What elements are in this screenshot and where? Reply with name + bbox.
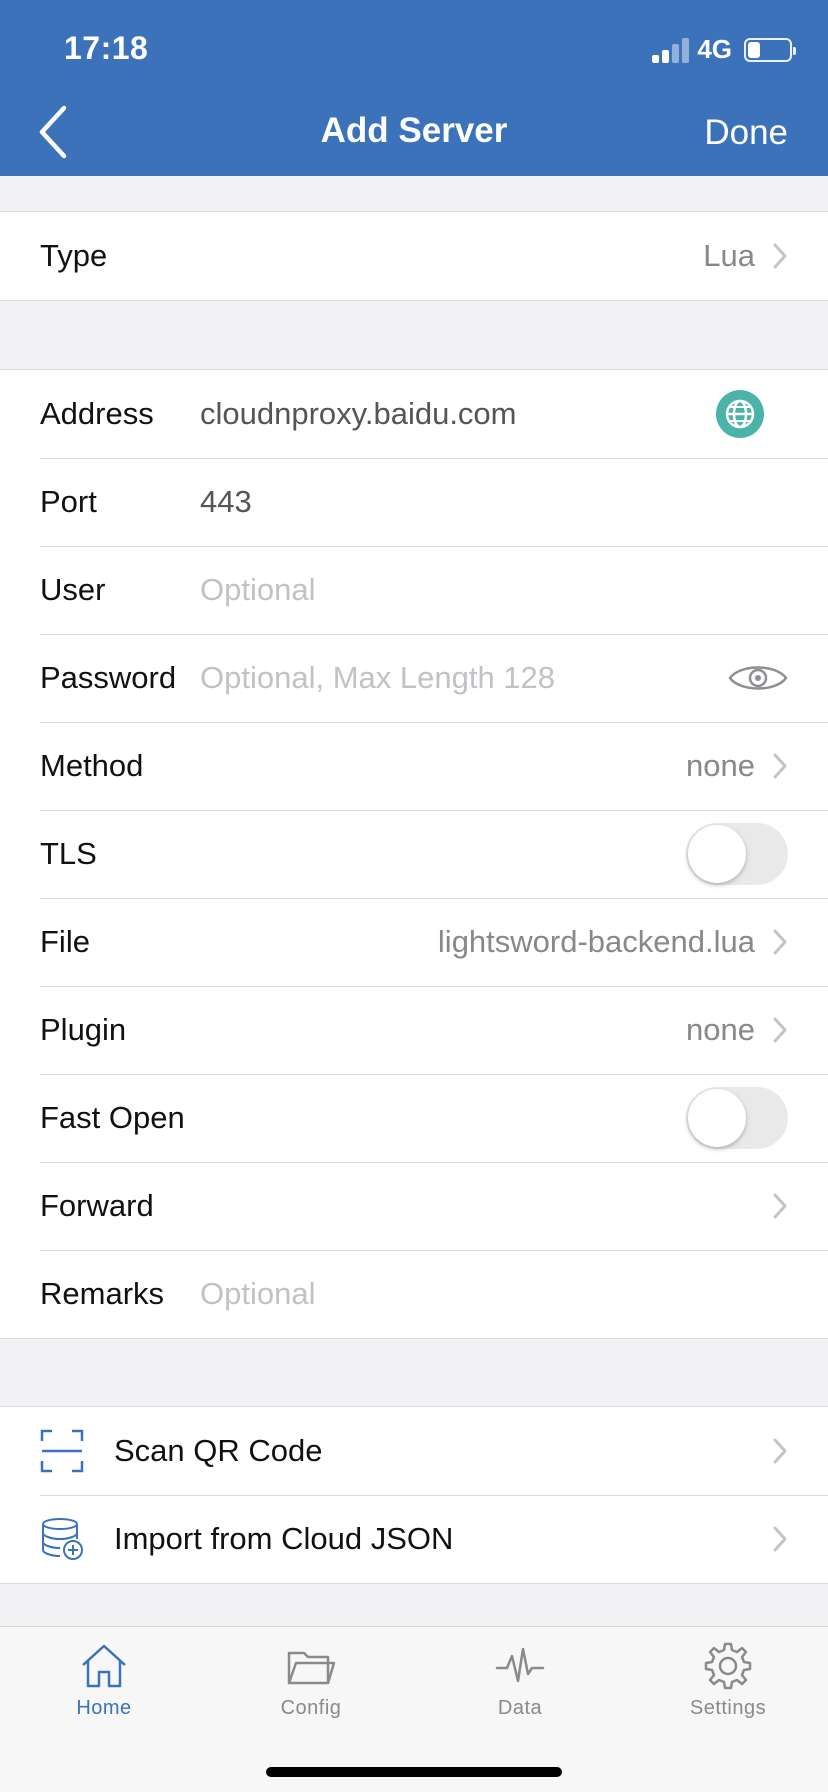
type-label: Type (40, 238, 108, 273)
chevron-right-icon (773, 753, 787, 779)
tab-settings-label: Settings (689, 1697, 767, 1719)
folder-icon (287, 1651, 336, 1685)
done-button[interactable]: Done (704, 113, 788, 153)
import-actions-section: Scan QR Code Import from Cloud JSON (0, 1406, 828, 1584)
forward-label: Forward (40, 1188, 154, 1223)
forward-row[interactable]: Forward (0, 1162, 828, 1250)
chevron-right-icon (773, 1438, 787, 1464)
method-label: Method (40, 748, 144, 783)
navigation-header: 17:18 4G Add Server Done (0, 0, 828, 176)
toggle-knob (688, 1089, 746, 1147)
remarks-input[interactable]: Optional (200, 1276, 315, 1312)
method-value: none (686, 748, 755, 783)
chevron-right-icon (773, 243, 787, 269)
fast-open-label: Fast Open (40, 1100, 185, 1135)
chevron-right-icon (773, 1017, 787, 1043)
chevron-right-icon (773, 1526, 787, 1552)
import-cloud-json-row[interactable]: Import from Cloud JSON (0, 1495, 828, 1583)
remarks-label: Remarks (40, 1276, 165, 1311)
scan-qr-label: Scan QR Code (114, 1433, 323, 1468)
plugin-row[interactable]: Plugin none (0, 986, 828, 1074)
user-label: User (40, 572, 106, 607)
password-input[interactable]: Optional, Max Length 128 (200, 660, 555, 696)
tab-settings[interactable]: Settings (658, 1641, 798, 1720)
method-row[interactable]: Method none (0, 722, 828, 810)
tab-home[interactable]: Home (34, 1641, 174, 1720)
address-row[interactable]: Address cloudnproxy.baidu.com (0, 370, 828, 458)
battery-icon (744, 37, 796, 62)
user-row[interactable]: User Optional (0, 546, 828, 634)
address-input[interactable]: cloudnproxy.baidu.com (200, 396, 517, 432)
chevron-right-icon (773, 1193, 787, 1219)
import-cloud-json-label: Import from Cloud JSON (114, 1521, 454, 1556)
tab-config-label: Config (280, 1697, 342, 1719)
tab-config[interactable]: Config (241, 1641, 381, 1720)
user-input[interactable]: Optional (200, 572, 315, 608)
password-label: Password (40, 660, 177, 695)
file-label: File (40, 924, 90, 959)
address-label: Address (40, 396, 154, 431)
toggle-knob (688, 825, 746, 883)
qr-scan-icon (40, 1429, 84, 1473)
remarks-row[interactable]: Remarks Optional (0, 1250, 828, 1338)
tab-home-label: Home (76, 1697, 132, 1719)
port-input[interactable]: 443 (200, 484, 252, 520)
globe-icon[interactable] (716, 390, 764, 438)
chevron-right-icon (773, 929, 787, 955)
tls-label: TLS (40, 836, 97, 871)
status-time: 17:18 (64, 30, 149, 66)
server-fields-section: Address cloudnproxy.baidu.com Port 443 U… (0, 369, 828, 1339)
plugin-value: none (686, 1012, 755, 1047)
signal-icon (652, 37, 690, 63)
type-section: Type Lua (0, 211, 828, 301)
type-value: Lua (703, 238, 755, 273)
password-row[interactable]: Password Optional, Max Length 128 (0, 634, 828, 722)
home-icon (82, 1644, 126, 1688)
tab-data-label: Data (497, 1697, 543, 1719)
tls-row: TLS (0, 810, 828, 898)
file-value: lightsword-backend.lua (437, 924, 755, 959)
tls-toggle[interactable] (686, 823, 788, 885)
scan-qr-row[interactable]: Scan QR Code (0, 1407, 828, 1495)
type-row[interactable]: Type Lua (0, 212, 828, 300)
fast-open-row: Fast Open (0, 1074, 828, 1162)
fast-open-toggle[interactable] (686, 1087, 788, 1149)
network-type: 4G (697, 34, 732, 64)
plugin-label: Plugin (40, 1012, 127, 1047)
status-indicators: 4G (652, 34, 796, 65)
eye-icon[interactable] (728, 660, 788, 696)
gear-icon (704, 1642, 752, 1690)
file-row[interactable]: File lightsword-backend.lua (0, 898, 828, 986)
port-label: Port (40, 484, 97, 519)
port-row[interactable]: Port 443 (0, 458, 828, 546)
pulse-icon (495, 1647, 545, 1683)
home-indicator[interactable] (266, 1767, 562, 1777)
database-add-icon (42, 1518, 83, 1560)
tab-data[interactable]: Data (450, 1641, 590, 1720)
